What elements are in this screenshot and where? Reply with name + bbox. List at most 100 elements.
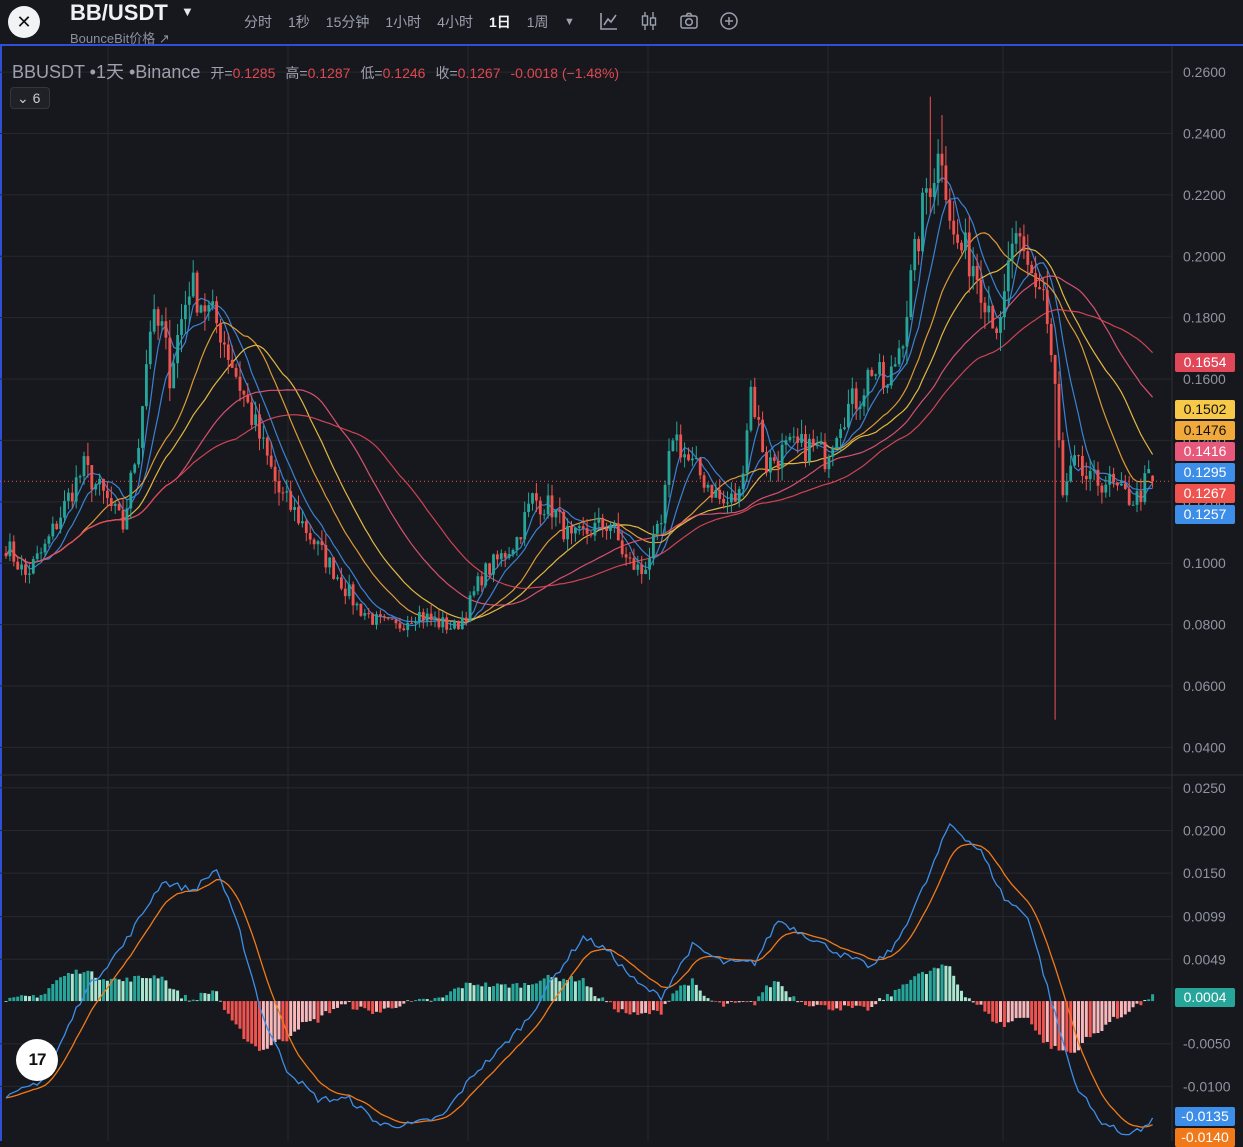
interval-tab-4[interactable]: 4小时: [429, 12, 481, 32]
candle-body[interactable]: [792, 436, 796, 438]
candle-body[interactable]: [164, 321, 168, 338]
candle-body[interactable]: [211, 301, 215, 306]
candle-body[interactable]: [698, 458, 702, 476]
candle-body[interactable]: [312, 539, 316, 545]
candle-body[interactable]: [616, 523, 620, 541]
candle-body[interactable]: [597, 517, 601, 523]
candle-body[interactable]: [772, 457, 776, 461]
candle-body[interactable]: [1143, 473, 1147, 503]
candle-body[interactable]: [839, 429, 842, 439]
candle-body[interactable]: [1010, 243, 1014, 261]
candle-body[interactable]: [281, 492, 285, 494]
candle-body[interactable]: [815, 444, 819, 446]
candle-body[interactable]: [585, 528, 589, 534]
candle-body[interactable]: [273, 466, 277, 482]
candle-body[interactable]: [995, 328, 998, 333]
candle-body[interactable]: [847, 403, 850, 428]
candle-body[interactable]: [932, 183, 936, 198]
candle-body[interactable]: [878, 362, 881, 375]
interval-tab-5[interactable]: 1日: [481, 12, 519, 32]
candle-body[interactable]: [761, 419, 764, 453]
candle-body[interactable]: [449, 628, 452, 630]
candle-body[interactable]: [145, 364, 148, 407]
candle-body[interactable]: [304, 521, 308, 534]
candle-body[interactable]: [1081, 455, 1084, 476]
candle-body[interactable]: [20, 564, 23, 570]
candle-body[interactable]: [831, 448, 835, 457]
candle-body[interactable]: [468, 595, 472, 622]
candle-body[interactable]: [730, 493, 733, 503]
candle-body[interactable]: [710, 484, 714, 498]
candle-body[interactable]: [363, 613, 367, 616]
candle-body[interactable]: [694, 458, 698, 460]
candle-body[interactable]: [987, 305, 991, 313]
candle-body[interactable]: [67, 492, 70, 501]
candle-body[interactable]: [410, 622, 413, 624]
symbol-subtitle-link[interactable]: BounceBit价格 ↗: [70, 28, 170, 47]
candle-body[interactable]: [277, 481, 281, 493]
candle-body[interactable]: [1030, 264, 1034, 274]
candle-body[interactable]: [39, 552, 43, 554]
candle-body[interactable]: [979, 280, 983, 303]
candle-body[interactable]: [425, 613, 429, 621]
candle-body[interactable]: [811, 438, 815, 446]
add-icon[interactable]: [718, 10, 740, 32]
candle-body[interactable]: [258, 414, 261, 439]
candle-body[interactable]: [55, 523, 59, 530]
candle-body[interactable]: [351, 584, 355, 606]
candle-body[interactable]: [133, 464, 137, 473]
candle-body[interactable]: [437, 618, 441, 628]
candle-body[interactable]: [472, 591, 476, 596]
candle-body[interactable]: [289, 491, 293, 510]
candle-body[interactable]: [550, 495, 554, 518]
candle-body[interactable]: [254, 414, 257, 425]
candle-body[interactable]: [800, 434, 803, 443]
interval-tab-2[interactable]: 15分钟: [318, 12, 378, 32]
candle-body[interactable]: [219, 323, 222, 343]
candle-body[interactable]: [460, 617, 464, 630]
candle-body[interactable]: [394, 619, 398, 624]
candle-body[interactable]: [1135, 490, 1139, 505]
symbol-dropdown-icon[interactable]: ▼: [181, 4, 194, 19]
candle-body[interactable]: [160, 321, 164, 326]
candle-body[interactable]: [1096, 469, 1100, 486]
candle-body[interactable]: [340, 577, 343, 589]
interval-tab-0[interactable]: 分时: [236, 12, 280, 32]
candle-body[interactable]: [70, 492, 74, 502]
candle-body[interactable]: [652, 533, 655, 559]
indicator-collapse-button[interactable]: ⌄ 6: [10, 87, 50, 109]
interval-tab-6[interactable]: 1周: [519, 12, 557, 32]
candle-body[interactable]: [683, 454, 686, 458]
candle-body[interactable]: [47, 536, 51, 544]
candle-body[interactable]: [940, 153, 944, 166]
candle-body[interactable]: [776, 460, 780, 469]
candle-body[interactable]: [187, 296, 191, 305]
candle-icon[interactable]: [638, 10, 660, 32]
candle-body[interactable]: [94, 484, 98, 490]
candle-body[interactable]: [59, 517, 62, 530]
candle-body[interactable]: [1139, 490, 1143, 503]
candle-body[interactable]: [433, 618, 437, 620]
candle-body[interactable]: [496, 554, 499, 560]
candle-body[interactable]: [1034, 273, 1037, 288]
candle-body[interactable]: [999, 317, 1002, 333]
candle-body[interactable]: [687, 454, 690, 461]
candle-body[interactable]: [480, 576, 484, 586]
candle-body[interactable]: [308, 533, 312, 540]
candle-body[interactable]: [905, 317, 909, 347]
exchange-logo-icon[interactable]: ✕: [8, 6, 40, 38]
candle-body[interactable]: [808, 438, 811, 462]
candle-body[interactable]: [605, 528, 608, 531]
candle-body[interactable]: [515, 537, 519, 550]
camera-icon[interactable]: [678, 10, 700, 32]
candle-body[interactable]: [102, 478, 105, 491]
candle-body[interactable]: [632, 558, 636, 570]
candle-body[interactable]: [862, 395, 866, 407]
candle-body[interactable]: [24, 564, 27, 575]
candle-body[interactable]: [355, 603, 359, 606]
candle-body[interactable]: [788, 436, 792, 441]
candle-body[interactable]: [554, 510, 558, 518]
candle-body[interactable]: [577, 526, 581, 528]
candle-body[interactable]: [492, 554, 495, 575]
candle-body[interactable]: [402, 628, 406, 631]
